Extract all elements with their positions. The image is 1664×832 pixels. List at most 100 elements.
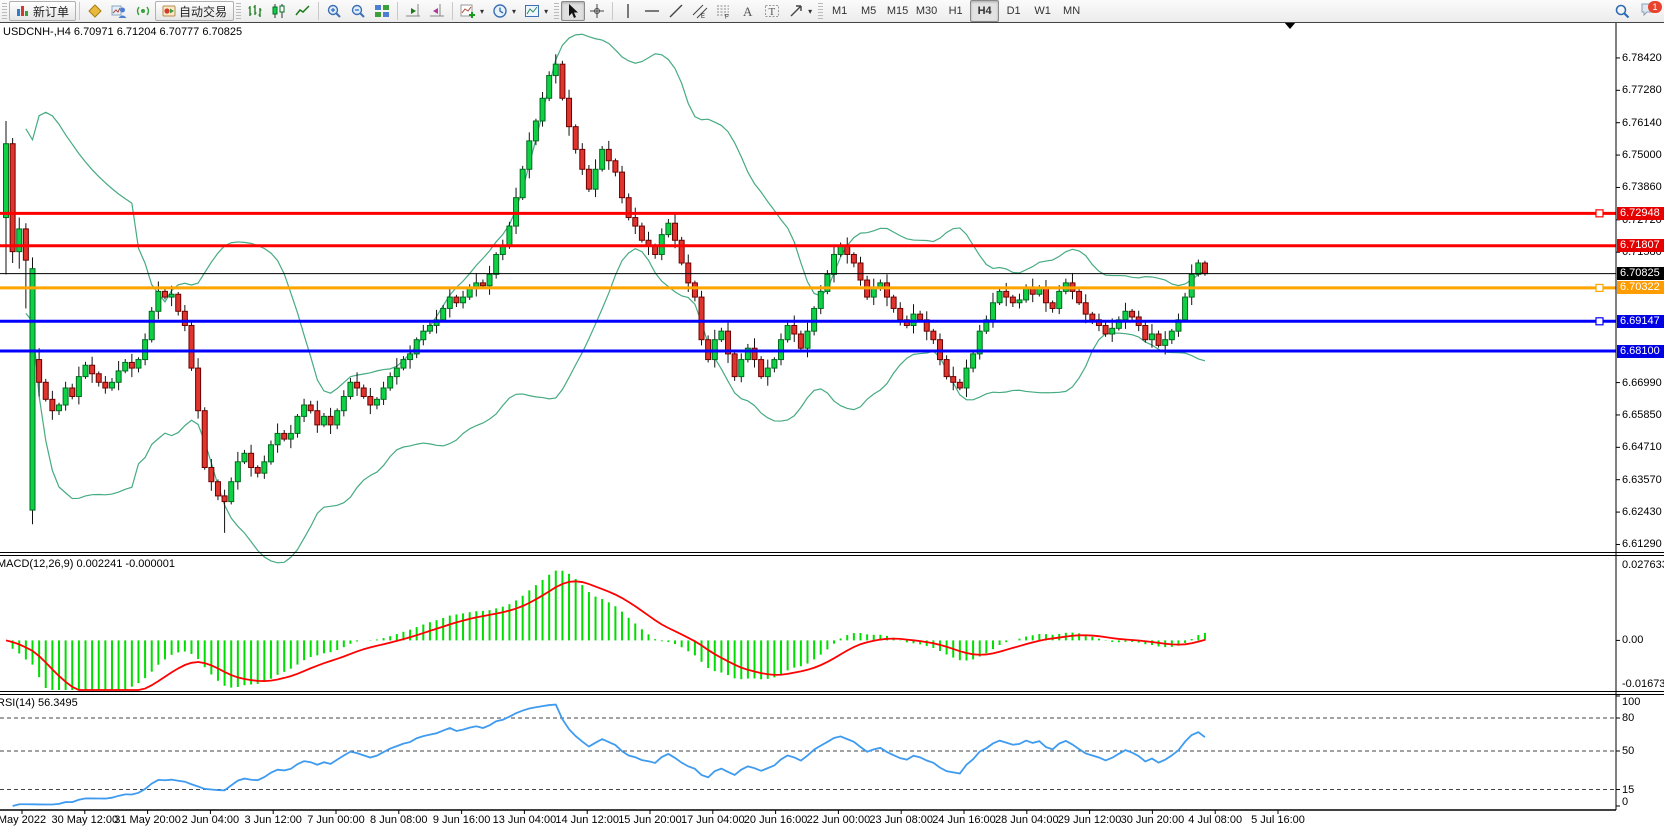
candle-body (891, 297, 896, 308)
candle-body (176, 294, 181, 311)
line-handle[interactable] (1596, 284, 1603, 291)
bar-chart-button[interactable] (243, 1, 267, 21)
timeframe-button-M5[interactable]: M5 (854, 0, 883, 22)
macd-indicator-label: MACD(12,26,9) 0.002241 -0.000001 (0, 558, 175, 570)
zoom-in-button[interactable] (322, 1, 346, 21)
time-axis-label: 7 Jun 00:00 (307, 814, 365, 826)
timeframe-button-M30[interactable]: M30 (912, 0, 941, 22)
candle-body (1130, 311, 1135, 317)
candle-body (1090, 314, 1095, 320)
candle-body (242, 453, 247, 462)
chart-canvas[interactable] (0, 0, 1664, 832)
candle-body (1156, 334, 1161, 345)
candle-body (898, 308, 903, 319)
cursor-button[interactable] (561, 1, 585, 21)
horizontal-line-button[interactable] (640, 1, 664, 21)
candle-body (374, 399, 379, 405)
fibonacci-button[interactable]: F (712, 1, 736, 21)
auto-scroll-button[interactable] (401, 1, 425, 21)
candle-body (944, 360, 949, 377)
candle-body (560, 64, 565, 98)
arrows-button[interactable]: ▾ (784, 1, 816, 21)
chevron-down-icon: ▾ (512, 7, 516, 16)
vertical-line-button[interactable] (616, 1, 640, 21)
crosshair-button[interactable] (585, 1, 609, 21)
trendline-button[interactable] (664, 1, 688, 21)
pane-divider[interactable] (0, 555, 1664, 556)
candle-body (315, 411, 320, 425)
candle-body (427, 325, 432, 331)
candle-body (547, 76, 552, 99)
line-handle[interactable] (1596, 210, 1603, 217)
candlestick-chart-button[interactable] (267, 1, 291, 21)
pane-divider[interactable] (0, 691, 1664, 692)
equidistant-channel-button[interactable]: E (688, 1, 712, 21)
timeframe-button-M15[interactable]: M15 (883, 0, 912, 22)
rsi-axis-label: 100 (1622, 696, 1640, 708)
candle-body (580, 149, 585, 169)
connectivity-button[interactable] (131, 1, 155, 21)
candle-body (461, 297, 466, 303)
zoom-out-button[interactable] (346, 1, 370, 21)
candle-body (454, 297, 459, 303)
autotrading-button[interactable]: 自动交易 (155, 1, 234, 21)
timeframe-button-H4[interactable]: H4 (970, 0, 999, 22)
periods-button[interactable]: ▾ (488, 1, 520, 21)
chart-shift-marker[interactable] (1284, 22, 1296, 29)
candle-body (1143, 325, 1148, 339)
candle-body (1169, 331, 1174, 340)
candle-body (487, 274, 492, 285)
candle-body (249, 453, 254, 467)
candle-body (302, 405, 307, 416)
timeframe-button-W1[interactable]: W1 (1028, 0, 1057, 22)
candle-body (1077, 291, 1082, 302)
timeframe-button-MN[interactable]: MN (1057, 0, 1086, 22)
templates-button[interactable]: ▾ (520, 1, 552, 21)
tile-windows-button[interactable] (370, 1, 394, 21)
timeframe-button-D1[interactable]: D1 (999, 0, 1028, 22)
search-button[interactable] (1610, 1, 1634, 21)
pane-divider[interactable] (0, 694, 1664, 695)
market-watch-button[interactable] (83, 1, 107, 21)
candle-body (63, 388, 68, 405)
toolbar-grip (236, 3, 241, 19)
line-chart-button[interactable] (291, 1, 315, 21)
time-axis-label: 15 Jun 20:00 (618, 814, 682, 826)
chevron-down-icon: ▾ (544, 7, 548, 16)
rsi-line (13, 705, 1205, 806)
candle-body (467, 289, 472, 298)
rsi-axis-label: 50 (1622, 745, 1634, 757)
candle-body (792, 325, 797, 334)
candle-body (1083, 303, 1088, 314)
profiles-button[interactable] (107, 1, 131, 21)
candle-body (606, 149, 611, 160)
timeframe-button-M1[interactable]: M1 (825, 0, 854, 22)
candle-body (169, 294, 174, 297)
text-button[interactable]: A (736, 1, 760, 21)
candle-body (1149, 334, 1154, 340)
candle-body (408, 354, 413, 360)
time-axis-label: 29 Jun 12:00 (1058, 814, 1122, 826)
candle-body (772, 360, 777, 369)
candle-body (699, 297, 704, 340)
new-order-button[interactable]: 新订单 (9, 1, 76, 21)
pane-divider[interactable] (0, 552, 1664, 553)
line-handle[interactable] (1596, 318, 1603, 325)
tile-windows-icon (374, 3, 390, 19)
candle-body (56, 405, 61, 411)
candle-body (308, 405, 313, 411)
chart-shift-button[interactable] (425, 1, 449, 21)
rsi-axis-label: 0 (1622, 796, 1628, 808)
text-label-button[interactable]: T (760, 1, 784, 21)
candle-body (381, 388, 386, 399)
notifications-button[interactable]: 1 (1640, 1, 1660, 21)
candle-body (123, 362, 128, 371)
indicators-button[interactable]: ▾ (456, 1, 488, 21)
timeframe-button-H1[interactable]: H1 (941, 0, 970, 22)
price-tick-label: 6.78420 (1622, 52, 1662, 64)
candle-body (884, 283, 889, 297)
rsi-axis-label: 15 (1622, 784, 1634, 796)
candle-body (540, 98, 545, 121)
price-tick-label: 6.66990 (1622, 377, 1662, 389)
candle-body (480, 283, 485, 286)
